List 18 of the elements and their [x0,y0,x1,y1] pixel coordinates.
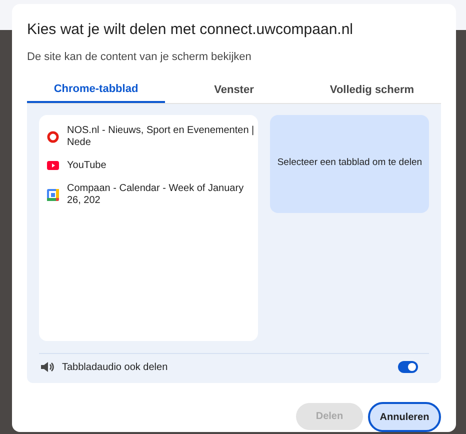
calendar-icon [47,188,59,200]
tab[interactable]: Venster [165,78,303,102]
tab-list-item[interactable]: NOS.nl - Nieuws, Sport en Evenementen | Nede [47,120,254,152]
audio-label: Tabbladaudio ook delen [62,360,168,374]
dialog-subtitle: De site kan de content van je scherm bekijken [27,50,252,65]
tab-list-item[interactable]: Compaan - Calendar - Week of January 26, 202 [47,178,254,210]
tab-title: NOS.nl - Nieuws, Sport en Evenementen | Nede [67,124,254,148]
tab-list-item[interactable]: YouTube [47,152,254,178]
cancel-button[interactable]: Annuleren [368,402,441,432]
dialog-title: Kies wat je wilt delen met connect.uwcompaan.nl [27,20,354,40]
ring-icon [47,130,59,142]
play-icon [47,161,59,170]
tab[interactable]: Volledig scherm [303,78,441,102]
tab-title: YouTube [67,160,106,172]
audio-toggle[interactable] [398,361,418,373]
tab-title: Compaan - Calendar - Week of January 26, 202 [67,182,245,206]
preview-message: Selecteer een tabblad om te delen [277,156,422,170]
speaker-icon [41,361,54,373]
